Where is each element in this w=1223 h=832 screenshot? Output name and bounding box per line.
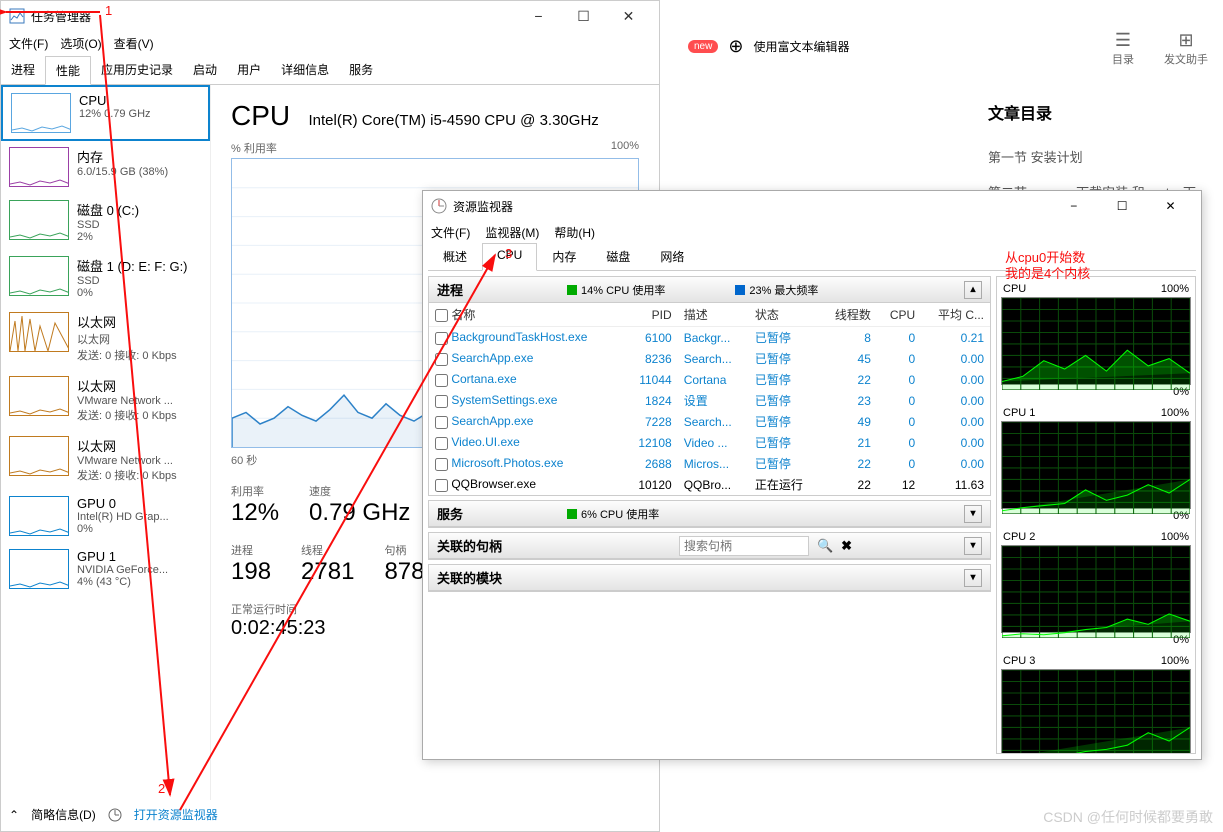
process-section: 进程 14% CPU 使用率 23% 最大频率 ▴ 名称 PID 描述 状态 线… [428,276,991,496]
tab-cpu[interactable]: CPU [482,243,537,271]
util-max: 100% [611,140,639,156]
tab-details[interactable]: 详细信息 [271,56,339,84]
tab-services[interactable]: 服务 [339,56,383,84]
close-button[interactable]: ✕ [1148,191,1193,221]
section-title: 进程 [437,280,567,299]
tab-overview[interactable]: 概述 [428,243,482,270]
sidebar-item-[interactable]: 以太网以太网发送: 0 接收: 0 Kbps [1,306,210,370]
tab-users[interactable]: 用户 [227,56,271,84]
watermark: CSDN @任何时候都要勇敢 [1043,807,1213,827]
window-title: 任务管理器 [31,8,516,25]
sidebar-item-gpu1[interactable]: GPU 1NVIDIA GeForce...4% (43 °C) [1,543,210,596]
tab-apphistory[interactable]: 应用历史记录 [91,56,183,84]
menu-view[interactable]: 查看(V) [114,35,154,52]
resource-monitor-window: 资源监视器 − ☐ ✕ 文件(F) 监视器(M) 帮助(H) 概述 CPU 内存… [422,190,1202,760]
menu-monitor[interactable]: 监视器(M) [485,224,539,241]
resmon-icon [108,808,122,822]
menu-file[interactable]: 文件(F) [9,35,48,52]
chevron-down-icon[interactable]: ▾ [964,537,982,555]
bg-rich-editor[interactable]: 使用富文本编辑器 [753,38,849,55]
handles-section: 关联的句柄 🔍 ✖ ▾ [428,532,991,560]
table-row[interactable]: SearchApp.exe8236Search...已暂停4500.00 [429,348,990,369]
rm-title: 资源监视器 [453,198,1051,215]
chevron-up-icon[interactable]: ▴ [964,281,982,299]
chevron-down-icon[interactable]: ▾ [964,505,982,523]
publish-icon[interactable]: ⊞发文助手 [1164,30,1208,67]
sidebar-item-gpu0[interactable]: GPU 0Intel(R) HD Grap...0% [1,490,210,543]
bg-right-icons: ☰目录 ⊞发文助手 [1112,30,1208,67]
tab-processes[interactable]: 进程 [1,56,45,84]
tab-disk[interactable]: 磁盘 [591,243,645,270]
tab-performance[interactable]: 性能 [45,56,91,85]
menu-icon[interactable]: ☰目录 [1112,30,1134,67]
select-all-checkbox[interactable] [435,309,448,322]
stat-speed: 0.79 GHz [309,499,410,527]
cpu-core-1: CPU 1100%0% [1001,405,1191,523]
table-row[interactable]: SystemSettings.exe1824设置已暂停2300.00 [429,390,990,411]
toc-item[interactable]: 第一节 安装计划 [988,139,1203,174]
cpu-cores-panel: CPU100%0%CPU 1100%0%CPU 2100%0%CPU 3100%… [996,276,1196,754]
menu-options[interactable]: 选项(O) [60,35,101,52]
less-info-link[interactable]: 简略信息(D) [31,806,96,823]
taskmgr-icon [9,8,25,24]
table-row[interactable]: BackgroundTaskHost.exe6100Backgr...已暂停80… [429,327,990,349]
modules-section: 关联的模块 ▾ [428,564,991,592]
cpu-model: Intel(R) Core(TM) i5-4590 CPU @ 3.30GHz [308,112,598,129]
cpu-core-3: CPU 3100%0% [1001,653,1191,754]
cpu-core-2: CPU 2100%0% [1001,529,1191,647]
clear-icon[interactable]: ✖ [841,538,852,554]
sidebar-item-[interactable]: 以太网VMware Network ...发送: 0 接收: 0 Kbps [1,370,210,430]
close-button[interactable]: ✕ [606,1,651,31]
tabs: 进程 性能 应用历史记录 启动 用户 详细信息 服务 [1,56,659,85]
minimize-button[interactable]: − [1051,191,1096,221]
table-row[interactable]: Microsoft.Photos.exe2688Micros...已暂停2200… [429,453,990,474]
minimize-button[interactable]: − [516,1,561,31]
rm-titlebar[interactable]: 资源监视器 − ☐ ✕ [423,191,1201,221]
maximize-button[interactable]: ☐ [561,1,606,31]
resmon-icon [431,198,447,214]
toc-title: 文章目录 [988,100,1203,124]
stat-proc: 198 [231,558,271,586]
open-resmon-link[interactable]: 打开资源监视器 [134,806,218,823]
menu-file[interactable]: 文件(F) [431,224,470,241]
sidebar-item-0c[interactable]: 磁盘 0 (C:)SSD2% [1,194,210,250]
perf-sidebar: CPU12% 0.79 GHz内存6.0/15.9 GB (38%)磁盘 0 (… [1,85,211,800]
sidebar-item-[interactable]: 以太网VMware Network ...发送: 0 接收: 0 Kbps [1,430,210,490]
tm-footer: ⌃ 简略信息(D) 打开资源监视器 [9,806,218,823]
cpu-core-0: CPU100%0% [1001,281,1191,399]
cpu-title: CPU [231,100,290,132]
stat-threads: 2781 [301,558,354,586]
sidebar-item-[interactable]: 内存6.0/15.9 GB (38%) [1,141,210,194]
menubar: 文件(F) 选项(O) 查看(V) [1,31,659,56]
rm-menubar: 文件(F) 监视器(M) 帮助(H) [423,221,1201,243]
table-row[interactable]: Video.UI.exe12108Video ...已暂停2100.00 [429,432,990,453]
titlebar[interactable]: 任务管理器 − ☐ ✕ [1,1,659,31]
tab-memory[interactable]: 内存 [537,243,591,270]
new-badge: new [688,40,718,53]
search-handles-input[interactable] [679,536,809,556]
chevron-down-icon[interactable]: ▾ [964,569,982,587]
table-row[interactable]: QQBrowser.exe10120QQBro...正在运行221211.63 [429,474,990,495]
sidebar-item-1defg[interactable]: 磁盘 1 (D: E: F: G:)SSD0% [1,250,210,306]
tab-network[interactable]: 网络 [645,243,699,270]
table-row[interactable]: Cortana.exe11044Cortana已暂停2200.00 [429,369,990,390]
chevron-up-icon[interactable]: ⌃ [9,808,19,822]
menu-help[interactable]: 帮助(H) [554,224,595,241]
process-table: 名称 PID 描述 状态 线程数 CPU 平均 C... BackgroundT… [429,303,990,495]
table-row[interactable]: SearchApp.exe7228Search...已暂停4900.00 [429,411,990,432]
rm-tabs: 概述 CPU 内存 磁盘 网络 [428,243,1196,271]
sidebar-item-cpu[interactable]: CPU12% 0.79 GHz [1,85,210,141]
maximize-button[interactable]: ☐ [1100,191,1145,221]
util-label: % 利用率 [231,140,277,156]
services-section: 服务 6% CPU 使用率 ▾ [428,500,991,528]
stat-util: 12% [231,499,279,527]
search-icon[interactable]: 🔍 [817,538,833,554]
tab-startup[interactable]: 启动 [183,56,227,84]
